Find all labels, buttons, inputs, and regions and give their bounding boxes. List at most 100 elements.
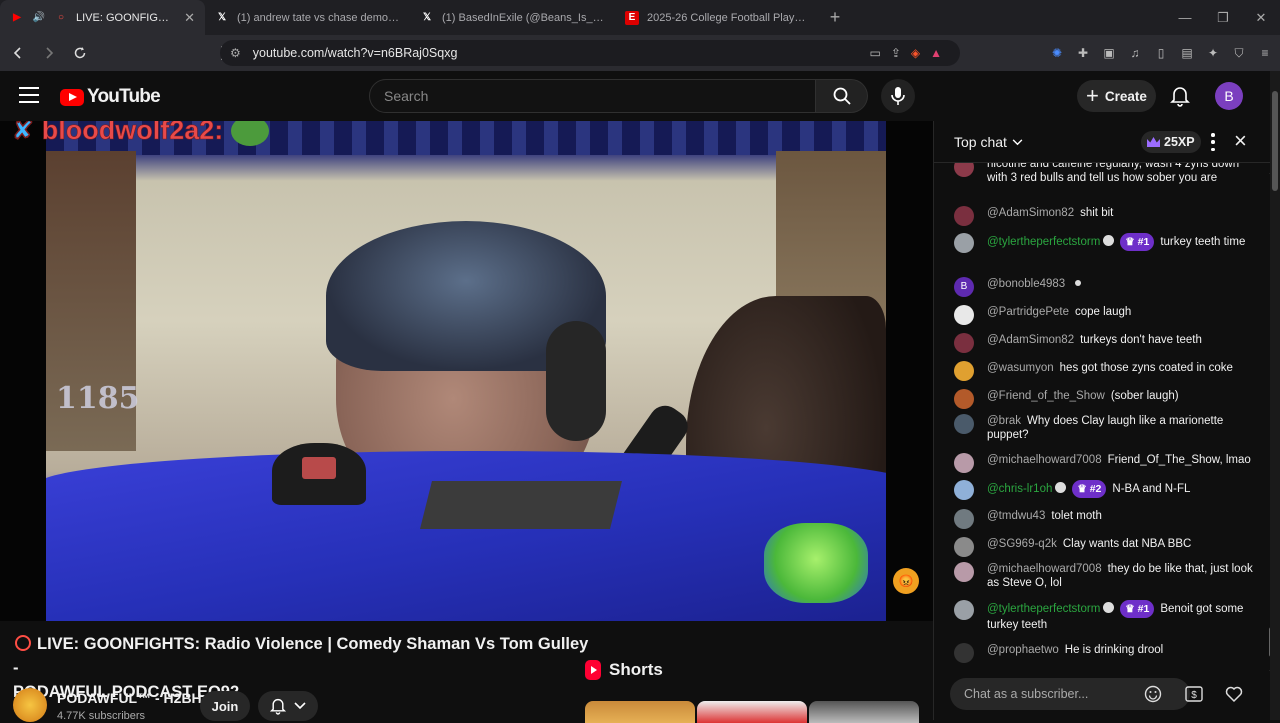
xp-badge[interactable]: 25XP bbox=[1141, 131, 1201, 153]
search-icon bbox=[833, 87, 851, 105]
restore-icon[interactable]: ❐ bbox=[1204, 0, 1242, 35]
voice-search-button[interactable] bbox=[881, 79, 915, 113]
chat-author[interactable]: @tmdwu43 bbox=[987, 510, 1045, 522]
chat-author[interactable]: @michaelhoward7008 bbox=[987, 454, 1102, 466]
join-button[interactable]: Join bbox=[200, 691, 250, 721]
youtube-header: YouTube Search + Create B bbox=[0, 71, 1280, 121]
chat-message: @brak Why does Clay laugh like a marionet… bbox=[954, 414, 1259, 442]
channel-name[interactable]: PODAWFUL™ - H2BH bbox=[57, 690, 202, 706]
badge-rank: #2 bbox=[1089, 483, 1102, 495]
close-tab-icon[interactable]: ✕ bbox=[184, 10, 195, 26]
chat-avatar[interactable] bbox=[954, 537, 974, 557]
chat-author[interactable]: @michaelhoward7008 bbox=[987, 563, 1102, 575]
reaction-emoji-icon: 😡 bbox=[893, 568, 919, 594]
audio-playing-icon[interactable]: 🔊 bbox=[32, 11, 46, 25]
chat-avatar[interactable] bbox=[954, 305, 974, 325]
browser-tab-x-1[interactable]: 𝕏 (1) andrew tate vs chase demoor - Se bbox=[205, 0, 410, 35]
chat-author[interactable]: @AdamSimon82 bbox=[987, 207, 1074, 219]
extensions-icon[interactable]: ✚ bbox=[1076, 46, 1090, 60]
menu-icon[interactable] bbox=[19, 87, 39, 103]
chat-author[interactable]: @bonoble4983 bbox=[987, 278, 1065, 290]
media-icon[interactable]: ♫ bbox=[1128, 46, 1142, 60]
chat-author[interactable]: @prophaetwo bbox=[987, 644, 1059, 656]
browser-tab-espn[interactable]: E 2025-26 College Football Playoff, bo bbox=[615, 0, 820, 35]
wallet-icon[interactable]: ▣ bbox=[1102, 46, 1116, 60]
close-window-icon[interactable]: ✕ bbox=[1242, 0, 1280, 35]
back-icon[interactable] bbox=[5, 40, 31, 66]
window-controls: — ❐ ✕ bbox=[1166, 0, 1280, 35]
heart-icon[interactable] bbox=[1224, 684, 1244, 704]
top-chat-dropdown[interactable]: Top chat bbox=[954, 134, 1023, 150]
leo-ai-icon[interactable]: ✦ bbox=[1206, 46, 1220, 60]
chat-avatar[interactable] bbox=[954, 333, 974, 353]
youtube-logo[interactable]: YouTube bbox=[60, 86, 161, 108]
chat-avatar[interactable] bbox=[954, 480, 974, 500]
chat-avatar[interactable] bbox=[954, 361, 974, 381]
chat-author[interactable]: @AdamSimon82 bbox=[987, 334, 1074, 346]
create-button[interactable]: + Create bbox=[1077, 80, 1156, 112]
live-chat-panel: Top chat 25XP × nicotine and caffeine re… bbox=[933, 121, 1280, 720]
cast-icon[interactable]: ▭ bbox=[869, 46, 880, 60]
search-button[interactable] bbox=[816, 79, 868, 113]
chat-avatar[interactable] bbox=[954, 414, 974, 434]
chat-avatar[interactable] bbox=[954, 562, 974, 582]
chat-author[interactable]: @wasumyon bbox=[987, 362, 1054, 374]
page-scroll-thumb[interactable] bbox=[1272, 91, 1278, 191]
chat-avatar[interactable] bbox=[954, 206, 974, 226]
browser-tab-youtube[interactable]: ▶ 🔊 ○ LIVE: GOONFIGHTS: Radio ✕ bbox=[0, 0, 205, 35]
emoji-picker-icon[interactable] bbox=[1144, 685, 1162, 703]
channel-avatar[interactable] bbox=[13, 688, 47, 722]
chat-avatar[interactable] bbox=[954, 509, 974, 529]
vpn-icon[interactable]: ✺ bbox=[1050, 46, 1064, 60]
chat-avatar[interactable] bbox=[954, 389, 974, 409]
chat-author[interactable]: @chris-lr1oh bbox=[987, 483, 1052, 495]
forward-icon[interactable] bbox=[36, 40, 62, 66]
gifter-badge: ♛ #1 bbox=[1120, 233, 1155, 251]
chat-avatar[interactable] bbox=[954, 233, 974, 253]
subscription-notifications-button[interactable] bbox=[258, 691, 318, 721]
share-icon[interactable]: ⇪ bbox=[891, 46, 901, 60]
microphone-icon bbox=[891, 87, 905, 105]
sidebar-icon[interactable]: ▯ bbox=[1154, 46, 1168, 60]
account-avatar[interactable]: B bbox=[1215, 82, 1243, 110]
chat-avatar[interactable] bbox=[954, 643, 974, 663]
chat-author[interactable]: @SG969-q2k bbox=[987, 538, 1057, 550]
chat-options-icon[interactable] bbox=[1206, 133, 1220, 151]
youtube-favicon-icon: ▶ bbox=[13, 12, 21, 23]
chat-message: @tylertheperfectstorm ♛ #1 turkey teeth ti… bbox=[954, 233, 1259, 253]
chat-author[interactable]: @PartridgePete bbox=[987, 306, 1069, 318]
chat-message-text: tolet moth bbox=[1051, 510, 1102, 522]
tab-title: (1) andrew tate vs chase demoor - Se bbox=[237, 11, 400, 24]
page-scrollbar[interactable] bbox=[1270, 71, 1280, 720]
new-tab-button[interactable]: + bbox=[820, 0, 850, 35]
chat-message: @prophaetwo He is drinking drool bbox=[954, 643, 1259, 663]
chat-avatar[interactable] bbox=[954, 163, 974, 177]
minimize-icon[interactable]: — bbox=[1166, 0, 1204, 35]
logo-text: YouTube bbox=[87, 86, 161, 107]
super-chat-icon[interactable]: $ bbox=[1184, 684, 1204, 704]
chat-header: Top chat 25XP × bbox=[934, 121, 1280, 163]
espn-favicon-icon: E bbox=[625, 10, 639, 25]
brave-rewards-icon[interactable]: ▲ bbox=[930, 46, 942, 60]
chat-avatar[interactable]: B bbox=[954, 277, 974, 297]
chat-author[interactable]: @tylertheperfectstorm bbox=[987, 236, 1100, 248]
chat-author[interactable]: @Friend_of_the_Show bbox=[987, 390, 1105, 402]
reload-icon[interactable] bbox=[67, 40, 93, 66]
video-player[interactable]: 1185 ✘ bloodwolf2a2: 😡 bbox=[0, 121, 933, 621]
browser-tab-x-2[interactable]: 𝕏 (1) BasedInExile (@Beans_Is_Baked) / bbox=[410, 0, 615, 35]
chat-avatar[interactable] bbox=[954, 453, 974, 473]
chat-author[interactable]: @brak bbox=[987, 415, 1021, 427]
chat-author[interactable]: @tylertheperfectstorm bbox=[987, 603, 1100, 615]
wallet-card-icon[interactable]: ▤ bbox=[1180, 46, 1194, 60]
notifications-button[interactable] bbox=[1168, 84, 1192, 108]
browser-menu-icon[interactable]: ≡ bbox=[1258, 46, 1272, 60]
address-bar[interactable]: ⚙ youtube.com/watch?v=n6BRaj0Sqxg ▭ ⇪ ◈ … bbox=[220, 40, 960, 66]
chat-avatar[interactable] bbox=[954, 600, 974, 620]
close-chat-icon[interactable]: × bbox=[1234, 130, 1247, 152]
chat-message: @SG969-q2k Clay wants dat NBA BBC bbox=[954, 537, 1259, 557]
search-input[interactable]: Search bbox=[369, 79, 816, 113]
site-settings-icon[interactable]: ⚙ bbox=[230, 46, 241, 60]
brave-shield-icon[interactable]: ◈ bbox=[911, 46, 920, 60]
brave-vpn-shield-icon[interactable]: ⛉ bbox=[1232, 46, 1246, 60]
chat-message-text: shit bit bbox=[1080, 207, 1114, 219]
